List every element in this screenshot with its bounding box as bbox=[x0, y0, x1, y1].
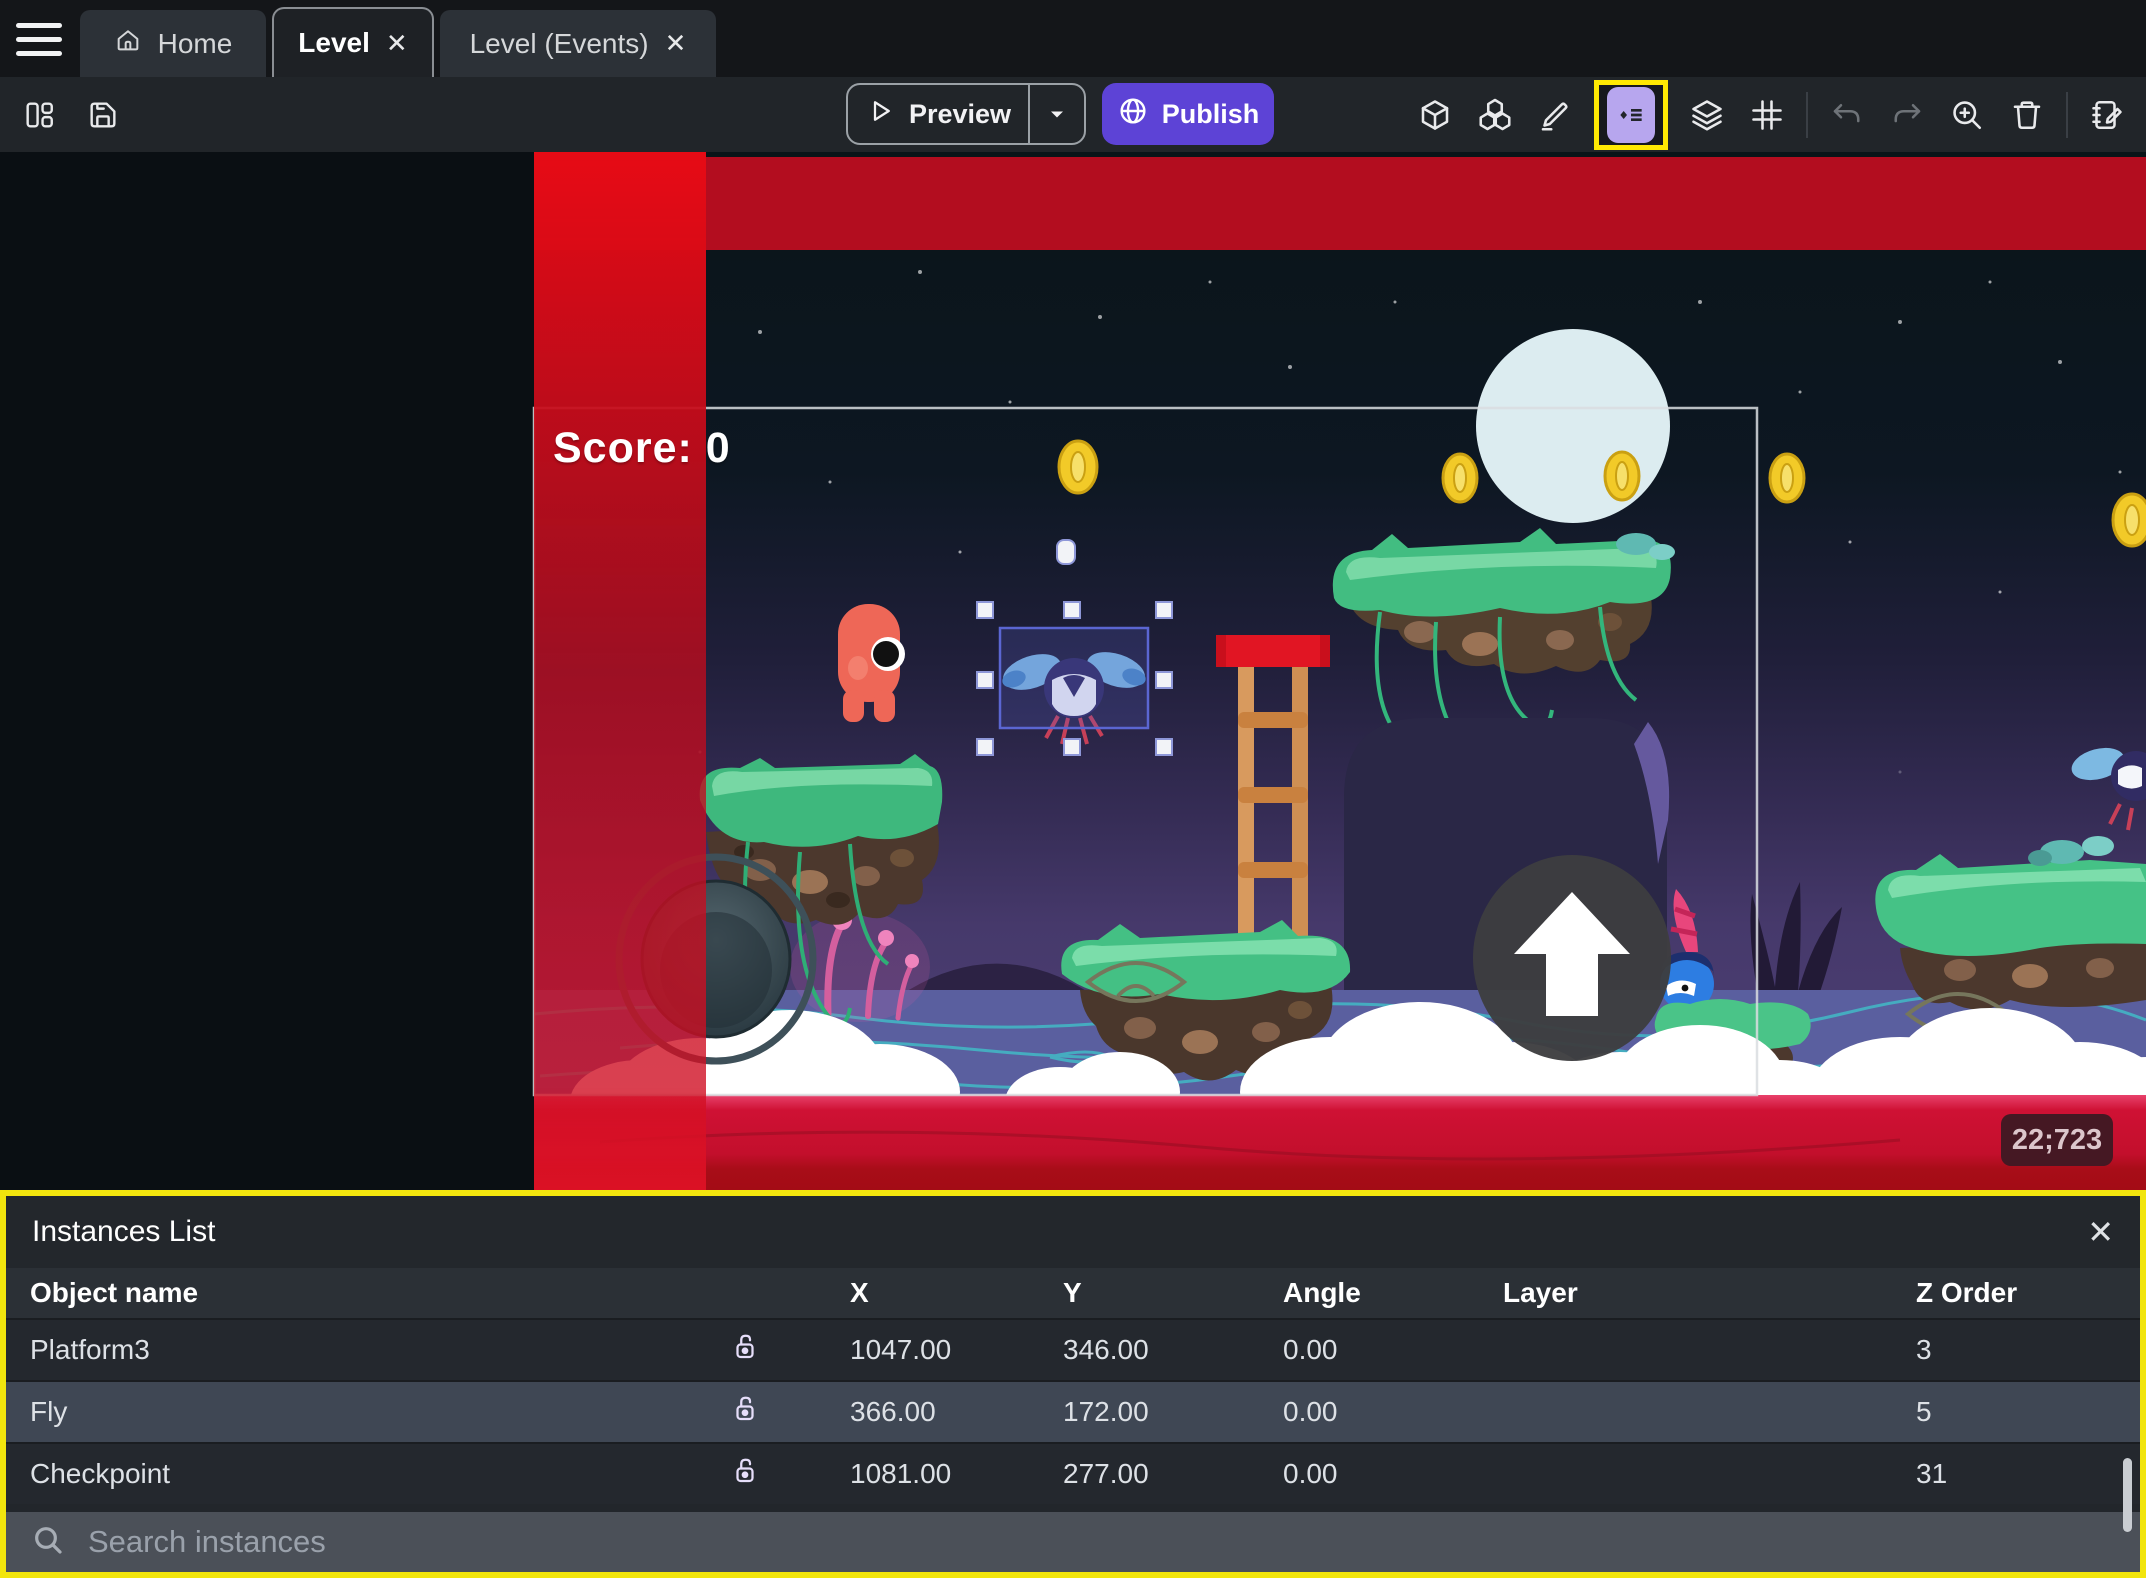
tab-level-events-label: Level (Events) bbox=[469, 27, 649, 59]
save-icon[interactable] bbox=[82, 94, 124, 136]
undo-icon[interactable] bbox=[1826, 94, 1868, 136]
panel-scrollbar[interactable] bbox=[2123, 1458, 2132, 1532]
home-icon bbox=[114, 26, 142, 61]
panels-layout-icon[interactable] bbox=[18, 94, 60, 136]
red-boundary-strip bbox=[534, 152, 706, 1190]
instances-list-button-highlighted[interactable] bbox=[1594, 79, 1668, 150]
tab-home-label: Home bbox=[157, 27, 233, 59]
tab-bar: Home Level ✕ Level (Events) ✕ bbox=[0, 0, 2146, 77]
publish-label: Publish bbox=[1161, 98, 1260, 129]
bottom-boundary-band bbox=[534, 1095, 2146, 1190]
objects-cube-icon[interactable] bbox=[1414, 94, 1456, 136]
unlock-icon[interactable] bbox=[730, 1454, 850, 1495]
table-header: Object name X Y Angle Layer Z Order bbox=[6, 1268, 2140, 1318]
close-icon[interactable]: ✕ bbox=[665, 28, 687, 59]
search-bar[interactable] bbox=[6, 1512, 2140, 1572]
preview-button[interactable]: Preview bbox=[846, 83, 1086, 145]
col-layer[interactable]: Layer bbox=[1503, 1277, 1916, 1309]
search-input[interactable] bbox=[86, 1523, 2114, 1561]
object-groups-icon[interactable] bbox=[1474, 94, 1516, 136]
instance-z-order: 3 bbox=[1916, 1334, 1932, 1365]
game-scene bbox=[532, 152, 2146, 1190]
chevron-down-icon bbox=[1051, 111, 1063, 118]
grid-icon[interactable] bbox=[1746, 94, 1788, 136]
unlock-icon[interactable] bbox=[730, 1392, 850, 1433]
score-hud: Score: 0 bbox=[553, 424, 731, 472]
edit-pencil-icon[interactable] bbox=[1534, 94, 1576, 136]
moon bbox=[1476, 329, 1670, 523]
close-icon[interactable]: ✕ bbox=[2087, 1216, 2114, 1248]
unlock-icon[interactable] bbox=[730, 1330, 850, 1371]
table-row-selected[interactable]: Fly 366.00 172.00 0.00 5 bbox=[6, 1380, 2140, 1442]
table-row[interactable]: Platform3 1047.00 346.00 0.00 3 bbox=[6, 1318, 2140, 1380]
instances-list-icon bbox=[1607, 86, 1655, 143]
scene-editor-canvas[interactable]: Score: 0 22;723 bbox=[0, 152, 2146, 1190]
close-icon[interactable]: ✕ bbox=[386, 28, 408, 59]
tab-level-label: Level bbox=[298, 27, 370, 58]
instance-angle: 0.00 bbox=[1283, 1334, 1338, 1365]
zoom-in-icon[interactable] bbox=[1946, 94, 1988, 136]
instance-name: Checkpoint bbox=[30, 1458, 171, 1489]
scene-properties-icon[interactable] bbox=[2086, 94, 2128, 136]
instance-y: 172.00 bbox=[1063, 1396, 1149, 1427]
delete-trash-icon[interactable] bbox=[2006, 94, 2048, 136]
instance-z-order: 5 bbox=[1916, 1396, 1932, 1427]
col-x[interactable]: X bbox=[850, 1277, 1063, 1309]
tab-level[interactable]: Level ✕ bbox=[272, 7, 434, 77]
col-angle[interactable]: Angle bbox=[1283, 1277, 1503, 1309]
layers-icon[interactable] bbox=[1686, 94, 1728, 136]
instance-name: Fly bbox=[30, 1396, 68, 1427]
instance-angle: 0.00 bbox=[1283, 1458, 1338, 1489]
instance-angle: 0.00 bbox=[1283, 1396, 1338, 1427]
panel-title: Instances List bbox=[32, 1215, 216, 1248]
top-boundary-band bbox=[534, 157, 2146, 250]
coin bbox=[1057, 439, 1099, 495]
coin bbox=[1768, 452, 1806, 504]
preview-label: Preview bbox=[908, 98, 1012, 129]
coin bbox=[1603, 450, 1641, 502]
app-window: Home Level ✕ Level (Events) ✕ Preview Pu… bbox=[0, 0, 2146, 1578]
cursor-position-label: 22;723 bbox=[2001, 1114, 2113, 1166]
table-row[interactable]: Checkpoint 1081.00 277.00 0.00 31 bbox=[6, 1442, 2140, 1504]
preview-dropdown-button[interactable] bbox=[1030, 102, 1084, 126]
coin bbox=[2111, 492, 2146, 548]
globe-icon bbox=[1117, 95, 1149, 134]
col-object-name[interactable]: Object name bbox=[30, 1277, 730, 1309]
hamburger-menu-icon[interactable] bbox=[16, 23, 62, 56]
play-icon bbox=[865, 96, 895, 133]
instance-name: Platform3 bbox=[30, 1334, 150, 1365]
col-z-order[interactable]: Z Order bbox=[1916, 1277, 2140, 1309]
instance-x: 1081.00 bbox=[850, 1458, 952, 1489]
instance-x: 1047.00 bbox=[850, 1334, 952, 1365]
instances-list-panel: Instances List ✕ Object name X Y Angle L… bbox=[0, 1190, 2146, 1578]
selection-box[interactable] bbox=[998, 626, 1150, 730]
tab-home[interactable]: Home bbox=[80, 10, 266, 77]
search-icon bbox=[32, 1524, 64, 1561]
tab-level-events[interactable]: Level (Events) ✕ bbox=[440, 10, 716, 77]
coin bbox=[1441, 452, 1479, 504]
instance-z-order: 31 bbox=[1916, 1458, 1948, 1489]
toolbar: Preview Publish bbox=[0, 77, 2146, 152]
instance-y: 277.00 bbox=[1063, 1458, 1149, 1489]
col-y[interactable]: Y bbox=[1063, 1277, 1283, 1309]
instance-x: 366.00 bbox=[850, 1396, 936, 1427]
jump-button[interactable] bbox=[1473, 855, 1671, 1061]
instance-y: 346.00 bbox=[1063, 1334, 1149, 1365]
publish-button[interactable]: Publish bbox=[1102, 83, 1274, 145]
redo-icon[interactable] bbox=[1886, 94, 1928, 136]
